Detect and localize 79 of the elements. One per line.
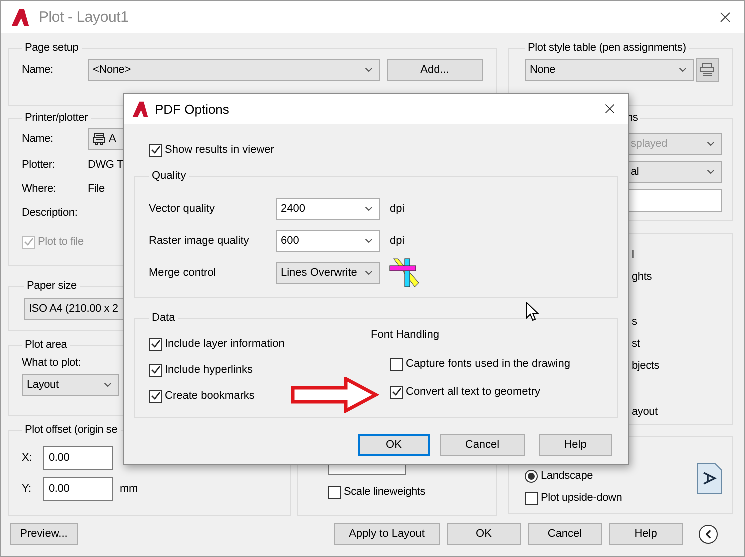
- landscape-page-icon: [697, 463, 722, 494]
- add-button[interactable]: Add...: [387, 59, 483, 81]
- field-label: Name:: [22, 64, 54, 76]
- group-title: Plot style table (pen assignments): [527, 42, 688, 55]
- field-label: Where:: [22, 183, 58, 195]
- plot-option-label: ayout: [632, 405, 659, 420]
- checkbox[interactable]: [390, 386, 403, 398]
- logo-icon: [132, 100, 149, 118]
- logo-icon: [11, 8, 30, 26]
- field-label: What to plot:: [22, 357, 82, 369]
- group-title: Plot area: [24, 339, 68, 352]
- printer-icon: [93, 132, 106, 146]
- checkbox-label: Capture fonts used in the drawing: [406, 358, 570, 370]
- section-heading: Font Handling: [371, 329, 440, 341]
- dpi-field[interactable]: [627, 189, 722, 212]
- plot-option-label: ghts: [632, 270, 653, 285]
- field-label: Plotter:: [22, 159, 56, 171]
- checkbox-label: Scale lineweights: [344, 486, 426, 498]
- checkbox[interactable]: [149, 338, 162, 350]
- checkbox[interactable]: [149, 144, 162, 156]
- unit-label: dpi: [390, 235, 405, 247]
- checkbox-label: Include hyperlinks: [165, 364, 254, 376]
- footer-button[interactable]: OK: [447, 523, 521, 545]
- radio-label: Landscape: [541, 470, 594, 482]
- window-title: Plot - Layout1: [39, 8, 130, 26]
- group-title: Data: [151, 312, 176, 325]
- collapse-icon[interactable]: [699, 524, 718, 544]
- cursor-icon: [526, 302, 539, 322]
- checkbox-label: Convert all text to geometry: [406, 386, 541, 398]
- quality-dropdown[interactable]: 2400: [276, 198, 380, 220]
- checkbox[interactable]: [149, 364, 162, 376]
- plot-area-dropdown[interactable]: Layout: [22, 374, 119, 396]
- quality-dropdown[interactable]: Lines Overwrite: [276, 262, 380, 284]
- y-offset-field[interactable]: 0.00: [43, 476, 113, 500]
- checkbox-label: Show results in viewer: [165, 144, 274, 156]
- checkbox-label: Create bookmarks: [165, 390, 255, 402]
- field-label: Name:: [22, 133, 54, 145]
- footer-button[interactable]: Help: [609, 523, 683, 545]
- dialog-button[interactable]: Help: [539, 434, 612, 456]
- quality-dropdown[interactable]: 600: [276, 230, 380, 252]
- field-label: Vector quality: [149, 203, 216, 215]
- shade-dropdown[interactable]: al: [627, 161, 722, 183]
- field-label: Y:: [22, 482, 32, 494]
- dialog-title: PDF Options: [155, 102, 230, 116]
- plot-option-label: s: [632, 315, 638, 330]
- x-offset-field[interactable]: 0.00: [43, 446, 113, 470]
- group-title: Paper size: [26, 280, 78, 293]
- checkbox[interactable]: [328, 486, 341, 498]
- field-label: Merge control: [149, 267, 218, 279]
- checkbox-label: Include layer information: [165, 338, 285, 350]
- where-value: File: [88, 183, 105, 195]
- page-setup-dropdown[interactable]: <None>: [88, 59, 380, 81]
- radio-button[interactable]: [525, 470, 538, 482]
- group-title: Quality: [151, 170, 188, 183]
- edit-plot-style-button[interactable]: [696, 58, 719, 82]
- plot-option-label: bjects: [632, 359, 661, 374]
- checkbox[interactable]: [390, 358, 403, 370]
- checkbox-label: Plot to file: [38, 236, 84, 248]
- plot-option-label: l: [632, 248, 636, 263]
- group-title: Page setup: [24, 42, 80, 55]
- unit-label: mm: [120, 482, 138, 494]
- plotter-value: DWG T: [88, 159, 124, 171]
- footer-button[interactable]: Cancel: [528, 523, 602, 545]
- plot-style-dropdown[interactable]: None: [525, 59, 694, 81]
- footer-button[interactable]: Apply to Layout: [334, 523, 440, 545]
- plotter-icon: [700, 63, 715, 77]
- preview-button[interactable]: Preview...: [10, 523, 78, 545]
- unit-label: dpi: [390, 203, 405, 215]
- checkbox[interactable]: [525, 492, 538, 504]
- dialog-button[interactable]: Cancel: [440, 434, 525, 456]
- dialog-button[interactable]: OK: [358, 434, 430, 456]
- group-title: Plot offset (origin se: [24, 424, 119, 437]
- field-label: X:: [22, 452, 33, 464]
- checkbox-label: Plot upside-down: [541, 492, 622, 504]
- checkbox[interactable]: [149, 390, 162, 402]
- field-label: Raster image quality: [149, 235, 250, 247]
- field-label: Description:: [22, 207, 79, 219]
- group-title: Printer/plotter: [24, 112, 90, 125]
- plot-option-label: st: [632, 337, 642, 352]
